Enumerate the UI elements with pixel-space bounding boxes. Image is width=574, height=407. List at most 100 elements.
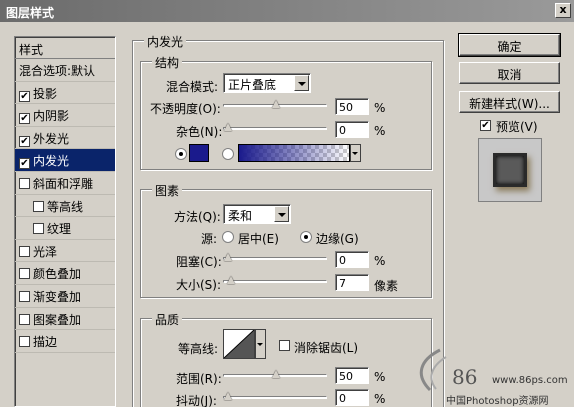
style-item-label: 斜面和浮雕 bbox=[33, 176, 94, 191]
elements-title: 图素 bbox=[152, 182, 183, 199]
gradient-dropdown[interactable] bbox=[350, 144, 361, 162]
style-checkbox[interactable] bbox=[19, 336, 30, 348]
style-item[interactable]: 渐变叠加 bbox=[15, 285, 115, 308]
opacity-slider-thumb[interactable] bbox=[272, 100, 280, 108]
style-item[interactable]: ✔ 内阴影 bbox=[15, 104, 115, 127]
blend-mode-label: 混合模式: bbox=[166, 80, 219, 94]
range-unit: % bbox=[374, 370, 386, 384]
preview-checkbox[interactable]: ✔ bbox=[480, 120, 491, 131]
style-item-label: 内发光 bbox=[33, 154, 70, 169]
source-edge-label[interactable]: 边缘(G) bbox=[316, 230, 359, 247]
jitter-label: 抖动(J): bbox=[176, 394, 217, 407]
blend-mode-select[interactable]: 正片叠底 bbox=[223, 73, 311, 93]
new-style-button[interactable]: 新建样式(W)... bbox=[459, 91, 560, 113]
style-checkbox[interactable] bbox=[19, 177, 30, 189]
chevron-down-icon bbox=[257, 343, 263, 346]
noise-slider[interactable] bbox=[223, 123, 327, 131]
antialias-checkbox[interactable] bbox=[279, 340, 290, 351]
quality-title: 品质 bbox=[152, 311, 183, 328]
jitter-slider-thumb[interactable] bbox=[224, 392, 232, 400]
style-item-label: 等高线 bbox=[47, 199, 84, 214]
noise-unit: % bbox=[374, 124, 386, 138]
contour-dropdown[interactable] bbox=[255, 329, 266, 359]
contour-label: 等高线: bbox=[178, 342, 219, 356]
style-item-label: 图案叠加 bbox=[33, 312, 82, 327]
chevron-down-icon bbox=[352, 152, 358, 155]
watermark-url: www.86ps.com bbox=[492, 375, 568, 386]
chevron-down-icon[interactable] bbox=[274, 206, 289, 222]
preview-label[interactable]: 预览(V) bbox=[496, 118, 538, 135]
watermark: 86 www.86ps.com 中国Photoshop资源网 bbox=[410, 345, 574, 407]
style-item[interactable]: 混合选项:默认 bbox=[15, 59, 115, 82]
noise-label: 杂色(N): bbox=[176, 125, 223, 139]
choke-input[interactable]: 0 bbox=[335, 251, 369, 268]
range-input[interactable]: 50 bbox=[335, 367, 369, 384]
style-checkbox[interactable] bbox=[33, 223, 44, 235]
opacity-input[interactable]: 50 bbox=[335, 98, 369, 115]
style-item[interactable]: 斜面和浮雕 bbox=[15, 172, 115, 195]
cancel-button[interactable]: 取消 bbox=[459, 62, 560, 84]
glow-color-swatch[interactable] bbox=[189, 144, 209, 162]
chevron-down-icon[interactable] bbox=[294, 75, 309, 91]
preview-swatch bbox=[493, 153, 527, 187]
style-item[interactable]: ✔ 外发光 bbox=[15, 127, 115, 150]
style-checkbox[interactable]: ✔ bbox=[19, 90, 30, 102]
size-slider[interactable] bbox=[223, 276, 327, 284]
opacity-unit: % bbox=[374, 101, 386, 115]
size-input[interactable]: 7 bbox=[335, 274, 369, 291]
window-titlebar: 图层样式 x bbox=[0, 0, 574, 22]
close-button[interactable]: x bbox=[555, 3, 571, 18]
style-item[interactable]: 颜色叠加 bbox=[15, 262, 115, 285]
watermark-number: 86 bbox=[452, 365, 478, 389]
choke-slider[interactable] bbox=[223, 253, 327, 261]
style-item-label: 混合选项:默认 bbox=[19, 64, 96, 78]
source-center-radio[interactable] bbox=[222, 231, 234, 243]
range-slider[interactable] bbox=[223, 370, 327, 378]
source-edge-radio[interactable] bbox=[300, 231, 312, 243]
styles-header[interactable]: 样式 bbox=[15, 37, 115, 59]
style-checkbox[interactable] bbox=[19, 245, 30, 257]
style-item[interactable]: 光泽 bbox=[15, 240, 115, 263]
style-item[interactable]: 纹理 bbox=[15, 217, 115, 240]
noise-slider-thumb[interactable] bbox=[224, 123, 232, 131]
style-checkbox[interactable] bbox=[19, 268, 30, 280]
gradient-swatch[interactable] bbox=[238, 144, 350, 162]
choke-slider-thumb[interactable] bbox=[224, 253, 232, 261]
style-checkbox[interactable]: ✔ bbox=[19, 135, 30, 147]
noise-input[interactable]: 0 bbox=[335, 121, 369, 138]
antialias-label[interactable]: 消除锯齿(L) bbox=[294, 339, 358, 356]
style-checkbox[interactable] bbox=[19, 313, 30, 325]
style-item[interactable]: 描边 bbox=[15, 330, 115, 353]
watermark-name: 中国Photoshop资源网 bbox=[446, 396, 549, 407]
inner-glow-title: 内发光 bbox=[144, 33, 187, 50]
style-checkbox[interactable] bbox=[33, 200, 44, 212]
opacity-slider[interactable] bbox=[223, 100, 327, 108]
style-item-label: 颜色叠加 bbox=[33, 267, 82, 282]
style-checkbox[interactable]: ✔ bbox=[19, 158, 30, 170]
source-center-label[interactable]: 居中(E) bbox=[238, 230, 279, 247]
style-item[interactable]: ✔ 投影 bbox=[15, 82, 115, 105]
style-item[interactable]: ✔ 内发光 bbox=[15, 149, 115, 172]
size-slider-thumb[interactable] bbox=[226, 276, 235, 284]
style-preview-thumbnail bbox=[478, 138, 542, 202]
ok-button[interactable]: 确定 bbox=[458, 33, 561, 57]
jitter-slider[interactable] bbox=[223, 392, 327, 400]
style-checkbox[interactable]: ✔ bbox=[19, 113, 30, 125]
style-item-label: 描边 bbox=[33, 335, 58, 350]
styles-list: 样式 混合选项:默认 ✔ 投影 ✔ 内阴影 ✔ 外发光 ✔ 内发光 斜面和浮雕 等高线 纹理 光泽 颜色叠… bbox=[14, 36, 116, 407]
style-item[interactable]: 图案叠加 bbox=[15, 308, 115, 331]
jitter-input[interactable]: 0 bbox=[335, 389, 369, 406]
choke-label: 阻塞(C): bbox=[176, 255, 222, 269]
style-item-label: 纹理 bbox=[47, 222, 72, 237]
source-label: 源: bbox=[201, 232, 218, 246]
style-checkbox[interactable] bbox=[19, 290, 30, 302]
style-item-label: 渐变叠加 bbox=[33, 289, 82, 304]
range-label: 范围(R): bbox=[176, 372, 222, 386]
opacity-label: 不透明度(O): bbox=[150, 102, 221, 116]
gradient-radio[interactable] bbox=[222, 148, 234, 160]
solid-color-radio[interactable] bbox=[175, 148, 187, 160]
style-item[interactable]: 等高线 bbox=[15, 195, 115, 218]
range-slider-thumb[interactable] bbox=[272, 370, 280, 378]
method-select[interactable]: 柔和 bbox=[223, 204, 291, 224]
contour-picker[interactable] bbox=[223, 329, 255, 359]
